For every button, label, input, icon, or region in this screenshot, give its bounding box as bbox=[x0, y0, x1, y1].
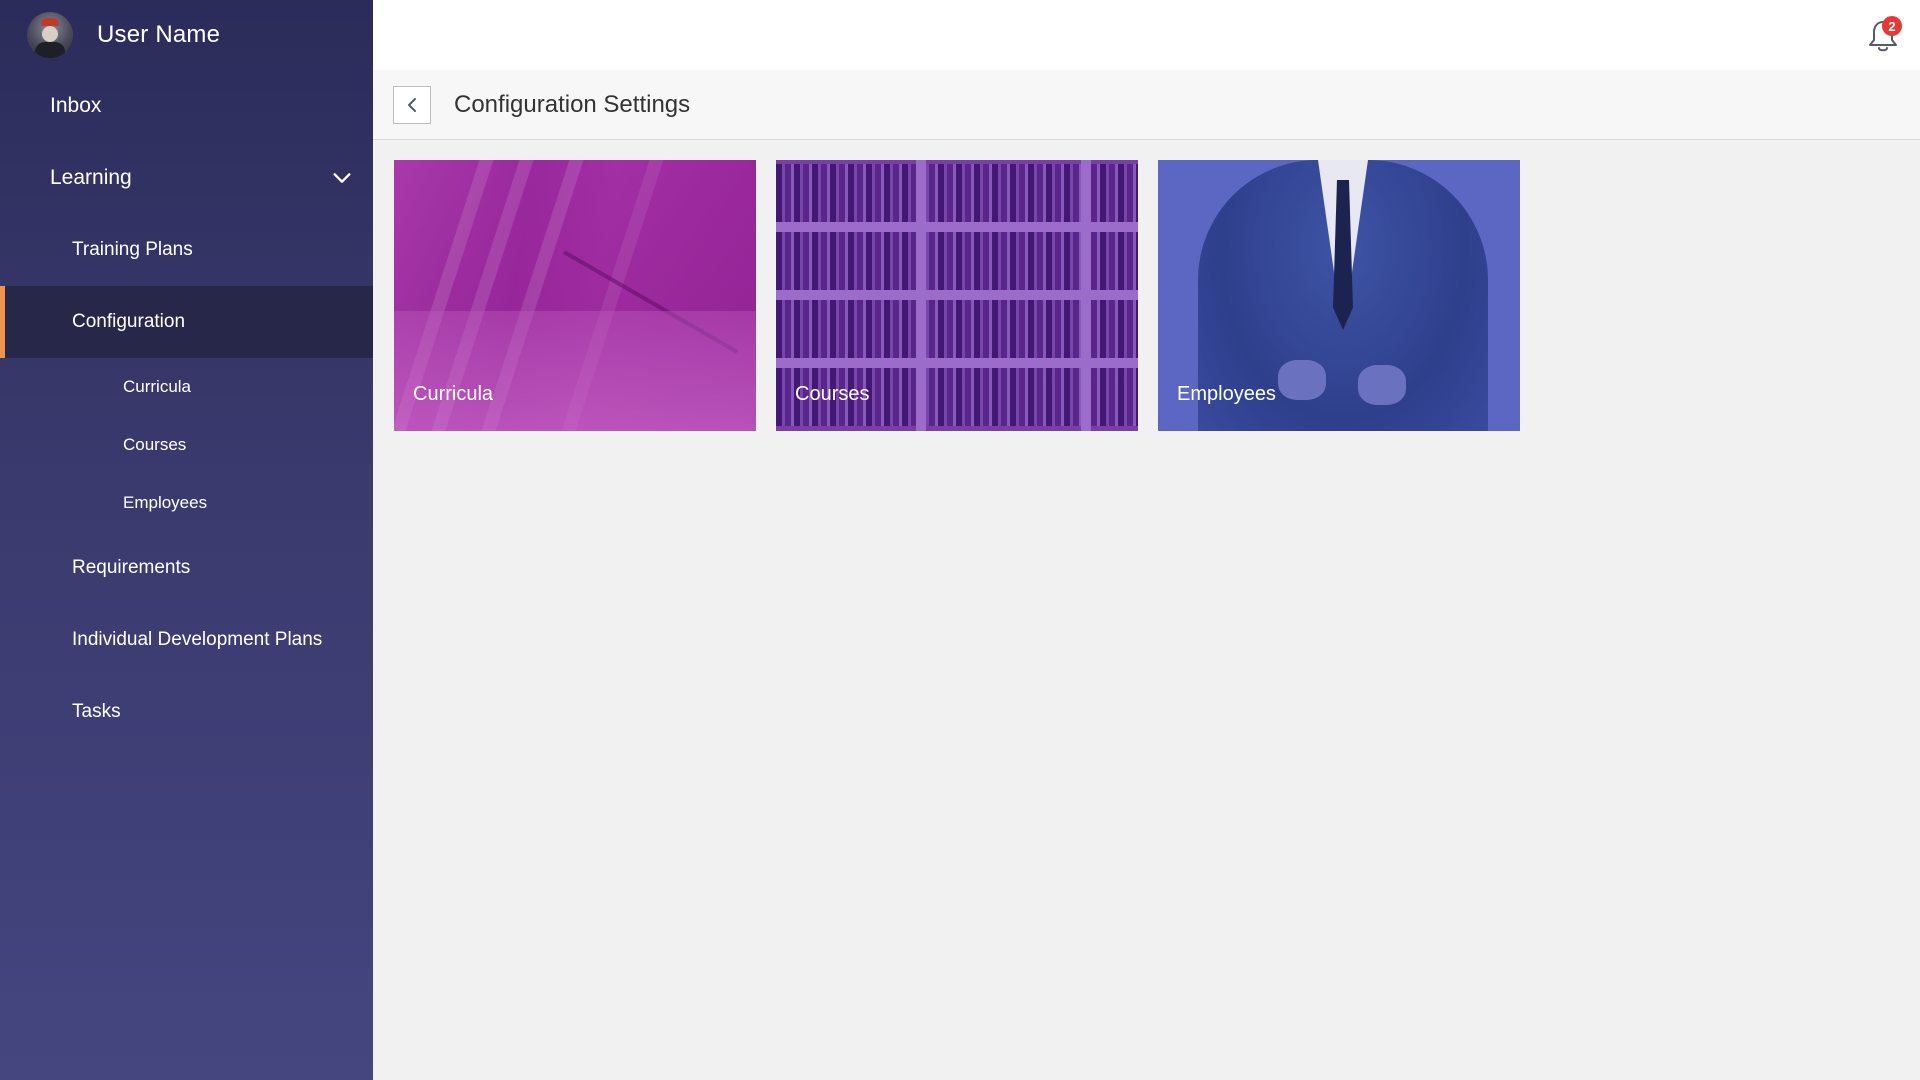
sidebar-item-label: Courses bbox=[123, 435, 187, 454]
sidebar-item-label: Curricula bbox=[123, 377, 192, 396]
image-post bbox=[1081, 160, 1091, 431]
image-hand bbox=[1278, 360, 1326, 400]
tile-courses[interactable]: Courses bbox=[776, 160, 1138, 431]
sidebar-item-learning[interactable]: Learning bbox=[0, 142, 373, 214]
sidebar: User Name Inbox Learning Training Plans … bbox=[0, 0, 373, 1080]
page-title: Configuration Settings bbox=[454, 90, 691, 118]
sidebar-item-curricula[interactable]: Curricula bbox=[0, 358, 373, 416]
sidebar-item-label: Employees bbox=[123, 493, 208, 512]
sidebar-item-label: Requirements bbox=[72, 557, 191, 578]
top-bar: 2 bbox=[373, 0, 1920, 70]
tile-label: Courses bbox=[795, 383, 870, 405]
chevron-left-icon bbox=[408, 97, 416, 112]
back-button[interactable] bbox=[393, 85, 431, 124]
tile-grid: Curricula Courses Employees bbox=[373, 140, 1920, 431]
sidebar-item-courses[interactable]: Courses bbox=[0, 416, 373, 474]
tile-label: Curricula bbox=[413, 383, 494, 405]
avatar[interactable] bbox=[27, 12, 73, 58]
notification-badge: 2 bbox=[1882, 16, 1902, 36]
sidebar-item-label: Individual Development Plans bbox=[72, 629, 323, 650]
notifications-button[interactable]: 2 bbox=[1866, 16, 1902, 54]
sidebar-item-requirements[interactable]: Requirements bbox=[0, 532, 373, 604]
tile-employees[interactable]: Employees bbox=[1158, 160, 1520, 431]
image-post bbox=[916, 160, 926, 431]
tile-label: Employees bbox=[1177, 383, 1276, 405]
sidebar-item-inbox[interactable]: Inbox bbox=[0, 70, 373, 142]
avatar-body bbox=[35, 42, 65, 58]
user-name: User Name bbox=[97, 21, 221, 48]
avatar-face bbox=[42, 26, 58, 42]
app-root: User Name Inbox Learning Training Plans … bbox=[0, 0, 1920, 1080]
sidebar-item-label: Configuration bbox=[72, 311, 186, 332]
main-content: 2 Configuration Settings Curricula Cours… bbox=[373, 0, 1920, 1080]
tile-curricula[interactable]: Curricula bbox=[394, 160, 756, 431]
sidebar-item-label: Inbox bbox=[50, 94, 102, 117]
sidebar-item-label: Tasks bbox=[72, 701, 121, 722]
sidebar-item-tasks[interactable]: Tasks bbox=[0, 676, 373, 748]
image-floor bbox=[394, 311, 756, 431]
sidebar-item-training-plans[interactable]: Training Plans bbox=[0, 214, 373, 286]
page-header: Configuration Settings bbox=[373, 70, 1920, 140]
avatar-cap bbox=[41, 18, 59, 26]
sidebar-item-label: Training Plans bbox=[72, 239, 193, 260]
image-hand bbox=[1358, 365, 1406, 405]
sidebar-item-individual-development-plans[interactable]: Individual Development Plans bbox=[0, 604, 373, 676]
sidebar-item-configuration[interactable]: Configuration bbox=[0, 286, 373, 358]
user-profile[interactable]: User Name bbox=[0, 0, 373, 70]
chevron-down-icon[interactable] bbox=[331, 167, 353, 189]
sidebar-item-label: Learning bbox=[50, 166, 132, 189]
sidebar-item-employees[interactable]: Employees bbox=[0, 474, 373, 532]
